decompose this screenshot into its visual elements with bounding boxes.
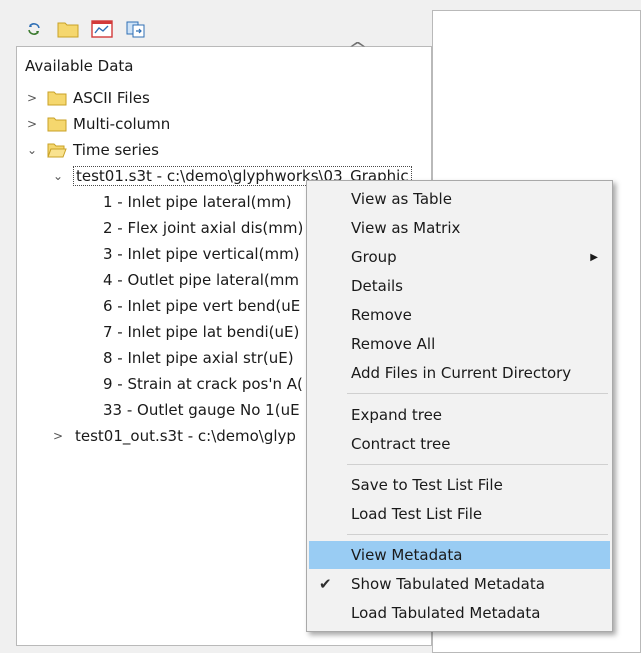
menu-item-view-as-matrix[interactable]: View as Matrix: [309, 214, 610, 242]
tree-item-label: Time series: [73, 141, 159, 159]
chevron-down-icon[interactable]: ⌄: [51, 169, 65, 183]
menu-item-expand-tree[interactable]: Expand tree: [309, 401, 610, 429]
copy-button[interactable]: [124, 18, 148, 40]
menu-item-add-files[interactable]: Add Files in Current Directory: [309, 359, 610, 387]
channel-label: 1 - Inlet pipe lateral(mm): [103, 193, 292, 211]
channel-label: 33 - Outlet gauge No 1(uE: [103, 401, 300, 419]
scroll-up-icon[interactable]: ^: [348, 39, 368, 58]
context-menu: View as Table View as Matrix Group ▶ Det…: [306, 180, 613, 632]
submenu-arrow-icon: ▶: [590, 251, 598, 263]
folder-icon: [47, 117, 67, 132]
menu-item-remove-all[interactable]: Remove All: [309, 330, 610, 358]
channel-label: 6 - Inlet pipe vert bend(uE: [103, 297, 301, 315]
chevron-right-icon[interactable]: >: [25, 91, 39, 105]
menu-separator: [347, 534, 608, 535]
chart-button[interactable]: [90, 18, 114, 40]
copy-files-icon: [126, 21, 145, 38]
menu-item-view-as-table[interactable]: View as Table: [309, 185, 610, 213]
menu-item-remove[interactable]: Remove: [309, 301, 610, 329]
chevron-down-icon[interactable]: ⌄: [25, 143, 39, 157]
checkmark-icon: ✔: [319, 575, 332, 593]
menu-item-save-test-list[interactable]: Save to Test List File: [309, 471, 610, 499]
folder-icon: [47, 91, 67, 106]
menu-separator: [347, 393, 608, 394]
refresh-button[interactable]: [22, 18, 46, 40]
folder-icon: [57, 22, 79, 38]
menu-item-contract-tree[interactable]: Contract tree: [309, 430, 610, 458]
menu-item-load-tabulated-metadata[interactable]: Load Tabulated Metadata: [309, 599, 610, 627]
tree-item-label: test01_out.s3t - c:\demo\glyp: [75, 427, 296, 445]
tree-folder-ascii[interactable]: > ASCII Files: [17, 85, 431, 111]
tree-folder-timeseries[interactable]: ⌄ Time series: [17, 137, 431, 163]
open-folder-button[interactable]: [56, 18, 80, 40]
tree-title: Available Data: [25, 57, 134, 75]
menu-item-load-test-list[interactable]: Load Test List File: [309, 500, 610, 528]
chevron-right-icon[interactable]: >: [51, 429, 65, 443]
channel-label: 3 - Inlet pipe vertical(mm): [103, 245, 300, 263]
chevron-right-icon[interactable]: >: [25, 117, 39, 131]
menu-item-details[interactable]: Details: [309, 272, 610, 300]
toolbar: [22, 16, 148, 42]
channel-label: 2 - Flex joint axial dis(mm): [103, 219, 304, 237]
menu-item-group[interactable]: Group ▶: [309, 243, 610, 271]
channel-label: 9 - Strain at crack pos'n A(: [103, 375, 303, 393]
chart-window-icon: [91, 20, 113, 38]
tree-folder-multicolumn[interactable]: > Multi-column: [17, 111, 431, 137]
menu-separator: [347, 464, 608, 465]
channel-label: 8 - Inlet pipe axial str(uE): [103, 349, 294, 367]
tree-item-label: ASCII Files: [73, 89, 150, 107]
open-folder-icon: [47, 143, 67, 158]
channel-label: 4 - Outlet pipe lateral(mm: [103, 271, 300, 289]
refresh-icon: [28, 23, 40, 35]
tree-item-label: Multi-column: [73, 115, 171, 133]
channel-label: 7 - Inlet pipe lat bendi(uE): [103, 323, 300, 341]
menu-item-show-tabulated-metadata[interactable]: ✔ Show Tabulated Metadata: [309, 570, 610, 598]
menu-item-view-metadata[interactable]: View Metadata: [309, 541, 610, 569]
